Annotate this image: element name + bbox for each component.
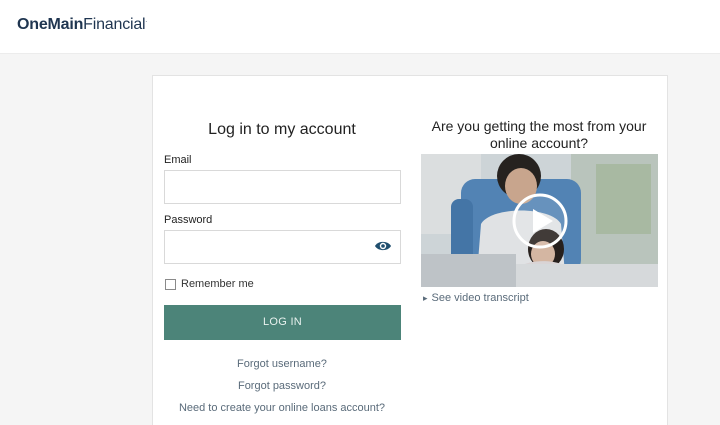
remember-me-label: Remember me — [181, 278, 254, 290]
onemain-logo[interactable]: OneMainFinancial. — [17, 16, 147, 34]
login-button[interactable]: LOG IN — [164, 305, 401, 340]
show-password-eye-icon[interactable] — [374, 239, 392, 253]
forgot-username-link[interactable]: Forgot username? — [163, 358, 401, 370]
site-header: OneMainFinancial. — [0, 0, 720, 54]
promo-title: Are you getting the most from your onlin… — [431, 118, 647, 151]
play-icon[interactable] — [511, 192, 569, 250]
email-field[interactable] — [164, 170, 401, 204]
login-card: Log in to my account Email Password Reme… — [152, 75, 668, 425]
forgot-password-link[interactable]: Forgot password? — [163, 380, 401, 392]
see-video-transcript-link[interactable]: ▸ See video transcript — [423, 292, 529, 304]
password-field[interactable] — [164, 230, 401, 264]
promo-video[interactable] — [421, 154, 658, 287]
chevron-right-icon: ▸ — [423, 293, 428, 303]
login-title: Log in to my account — [208, 121, 356, 138]
logo-light-text: Financial — [83, 16, 146, 33]
password-label: Password — [164, 214, 213, 226]
remember-me-checkbox[interactable] — [165, 279, 176, 290]
email-label: Email — [164, 154, 192, 166]
logo-bold-text: OneMain — [17, 16, 84, 33]
create-account-link[interactable]: Need to create your online loans account… — [163, 402, 401, 414]
logo-mark: . — [145, 18, 147, 24]
transcript-link-label: See video transcript — [431, 292, 529, 304]
